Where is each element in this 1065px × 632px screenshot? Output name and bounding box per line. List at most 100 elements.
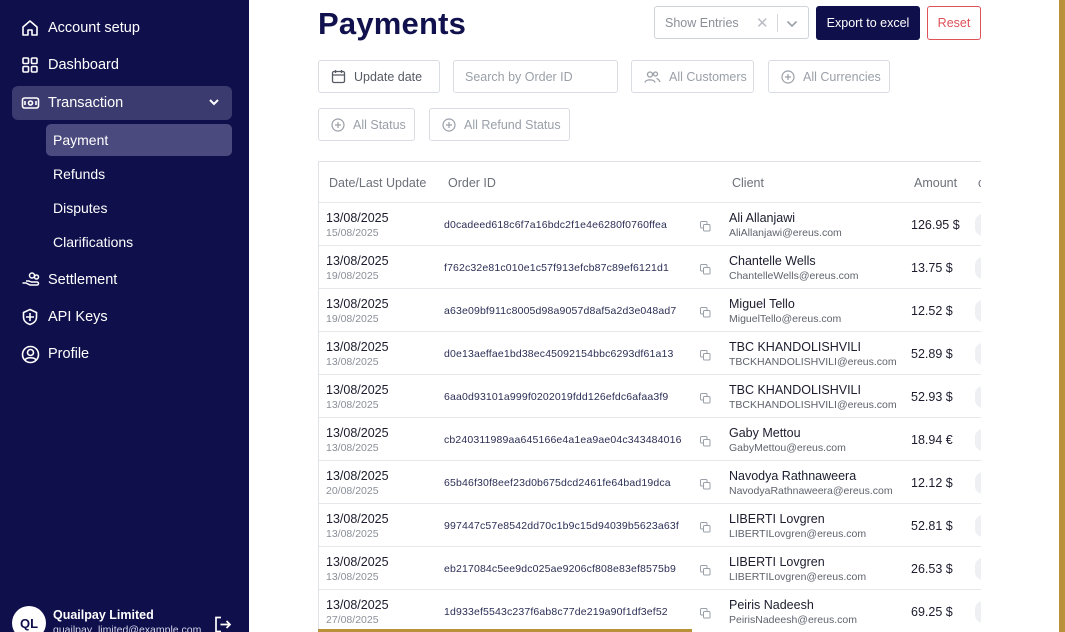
client-name-cell: Ali Allanjawi [729, 211, 796, 225]
status-badge [975, 601, 981, 623]
amount-cell: 126.95 $ [911, 218, 960, 232]
nav-label: Transaction [48, 95, 124, 111]
api-key-icon [20, 307, 40, 327]
table-row[interactable]: 13/08/2025 19/08/2025 a63e09bf911c8005d98a… [319, 289, 981, 332]
nav-account-setup[interactable]: Account setup [12, 11, 232, 45]
table-header: Date/Last Update Order ID Client Amount … [319, 162, 981, 203]
sub-item-payment[interactable]: Payment [46, 124, 232, 156]
order-id-cell: 65b46f30f8eef23d0b675dcd2461fe64bad19dca [444, 477, 671, 489]
status-badge [975, 558, 981, 580]
status-filter[interactable]: All Status [318, 108, 415, 141]
wallet-icon [20, 93, 40, 113]
table-row[interactable]: 13/08/2025 13/08/2025 d0e13aeffae1bd38ec45… [319, 332, 981, 375]
currencies-filter[interactable]: All Currencies [768, 60, 890, 93]
date-cell: 13/08/2025 [326, 254, 389, 268]
sub-item-clarifications[interactable]: Clarifications [46, 226, 232, 258]
copy-icon[interactable] [700, 606, 711, 624]
refund-status-filter[interactable]: All Refund Status [429, 108, 570, 141]
date-cell: 13/08/2025 [326, 555, 389, 569]
client-email-cell: NavodyaRathnaweera@ereus.com [729, 485, 893, 497]
avatar: QL [12, 606, 46, 632]
home-icon [20, 18, 40, 38]
order-id-cell: d0cadeed618c6f7a16bdc2f1e4e6280f0760ffea [444, 219, 668, 231]
client-name-cell: LIBERTI Lovgren [729, 512, 825, 526]
chevron-down-icon[interactable] [786, 18, 798, 32]
nav-label: Account setup [48, 20, 140, 36]
column-header-cut: c [978, 176, 981, 190]
customers-filter[interactable]: All Customers [631, 60, 754, 93]
nav-transaction[interactable]: Transaction [12, 86, 232, 120]
user-card: QL Quailpay Limited quailpay_limited@exa… [12, 604, 242, 632]
update-date-label: Update date [354, 69, 423, 84]
date-cell: 13/08/2025 [326, 512, 389, 526]
grid-icon [20, 55, 40, 75]
order-id-cell: a63e09bf911c8005d98a9057d8af5a2d3e048ad7 [444, 305, 677, 317]
order-search-input[interactable] [465, 69, 615, 84]
column-header-client[interactable]: Client [732, 176, 764, 190]
table-row[interactable]: 13/08/2025 13/08/2025 cb240311989aa645166e… [319, 418, 981, 461]
column-header-amount[interactable]: Amount [914, 176, 957, 190]
last-update-cell: 27/08/2025 [326, 614, 379, 626]
last-update-cell: 13/08/2025 [326, 442, 379, 454]
table-row[interactable]: 13/08/2025 20/08/2025 65b46f30f8eef23d0b67… [319, 461, 981, 504]
status-badge [975, 257, 981, 279]
table-row[interactable]: 13/08/2025 19/08/2025 f762c32e81c010e1c57f… [319, 246, 981, 289]
table-row[interactable]: 13/08/2025 13/08/2025 6aa0d93101a999f02020… [319, 375, 981, 418]
client-name-cell: Gaby Mettou [729, 426, 801, 440]
nav-settlement[interactable]: Settlement [12, 263, 232, 297]
copy-icon[interactable] [700, 520, 711, 538]
accent-stripe [1059, 0, 1065, 632]
show-entries-placeholder: Show Entries [665, 15, 739, 30]
column-header-date[interactable]: Date/Last Update [329, 176, 426, 190]
amount-cell: 69.25 $ [911, 605, 953, 619]
copy-icon[interactable] [700, 563, 711, 581]
user-name: Quailpay Limited [53, 608, 154, 622]
client-name-cell: Peiris Nadeesh [729, 598, 814, 612]
amount-cell: 52.93 $ [911, 390, 953, 404]
copy-icon[interactable] [700, 477, 711, 495]
table-row[interactable]: 13/08/2025 13/08/2025 eb217084c5ee9dc025ae… [319, 547, 981, 590]
nav-dashboard[interactable]: Dashboard [12, 48, 232, 82]
copy-icon[interactable] [700, 434, 711, 452]
order-id-cell: 997447c57e8542dd70c1b9c15d94039b5623a63f [444, 520, 679, 532]
client-email-cell: MiguelTello@ereus.com [729, 313, 842, 325]
sub-item-label: Clarifications [53, 234, 134, 250]
logout-icon[interactable] [214, 616, 232, 632]
update-date-filter[interactable]: Update date [318, 60, 440, 93]
amount-cell: 26.53 $ [911, 562, 953, 576]
add-circle-icon [331, 117, 345, 132]
client-name-cell: Miguel Tello [729, 297, 795, 311]
clear-icon[interactable]: ✕ [756, 14, 769, 32]
table-row[interactable]: 13/08/2025 27/08/2025 1d933ef5543c237f6ab8… [319, 590, 981, 632]
status-badge [975, 515, 981, 537]
table-row[interactable]: 13/08/2025 13/08/2025 997447c57e8542dd70c1… [319, 504, 981, 547]
client-email-cell: GabyMettou@ereus.com [729, 442, 846, 454]
sub-item-disputes[interactable]: Disputes [46, 192, 232, 224]
status-badge [975, 300, 981, 322]
add-circle-icon [781, 69, 795, 84]
order-search[interactable] [453, 60, 618, 93]
chevron-down-icon [208, 96, 220, 112]
show-entries-select[interactable]: Show Entries ✕ [654, 6, 809, 39]
copy-icon[interactable] [700, 348, 711, 366]
status-badge [975, 429, 981, 451]
reset-button[interactable]: Reset [927, 6, 981, 40]
nav-profile[interactable]: Profile [12, 337, 232, 371]
currencies-label: All Currencies [803, 69, 881, 84]
copy-icon[interactable] [700, 391, 711, 409]
copy-icon[interactable] [700, 219, 711, 237]
sub-item-label: Payment [53, 132, 109, 148]
export-excel-button[interactable]: Export to excel [816, 6, 920, 40]
last-update-cell: 13/08/2025 [326, 399, 379, 411]
date-cell: 13/08/2025 [326, 297, 389, 311]
amount-cell: 52.81 $ [911, 519, 953, 533]
last-update-cell: 13/08/2025 [326, 571, 379, 583]
copy-icon[interactable] [700, 305, 711, 323]
sub-item-refunds[interactable]: Refunds [46, 158, 232, 190]
nav-api-keys[interactable]: API Keys [12, 300, 232, 334]
table-row[interactable]: 13/08/2025 15/08/2025 d0cadeed618c6f7a16bd… [319, 203, 981, 246]
column-header-order-id[interactable]: Order ID [448, 176, 496, 190]
copy-icon[interactable] [700, 262, 711, 280]
refund-status-label: All Refund Status [464, 117, 561, 132]
users-icon [644, 70, 661, 84]
